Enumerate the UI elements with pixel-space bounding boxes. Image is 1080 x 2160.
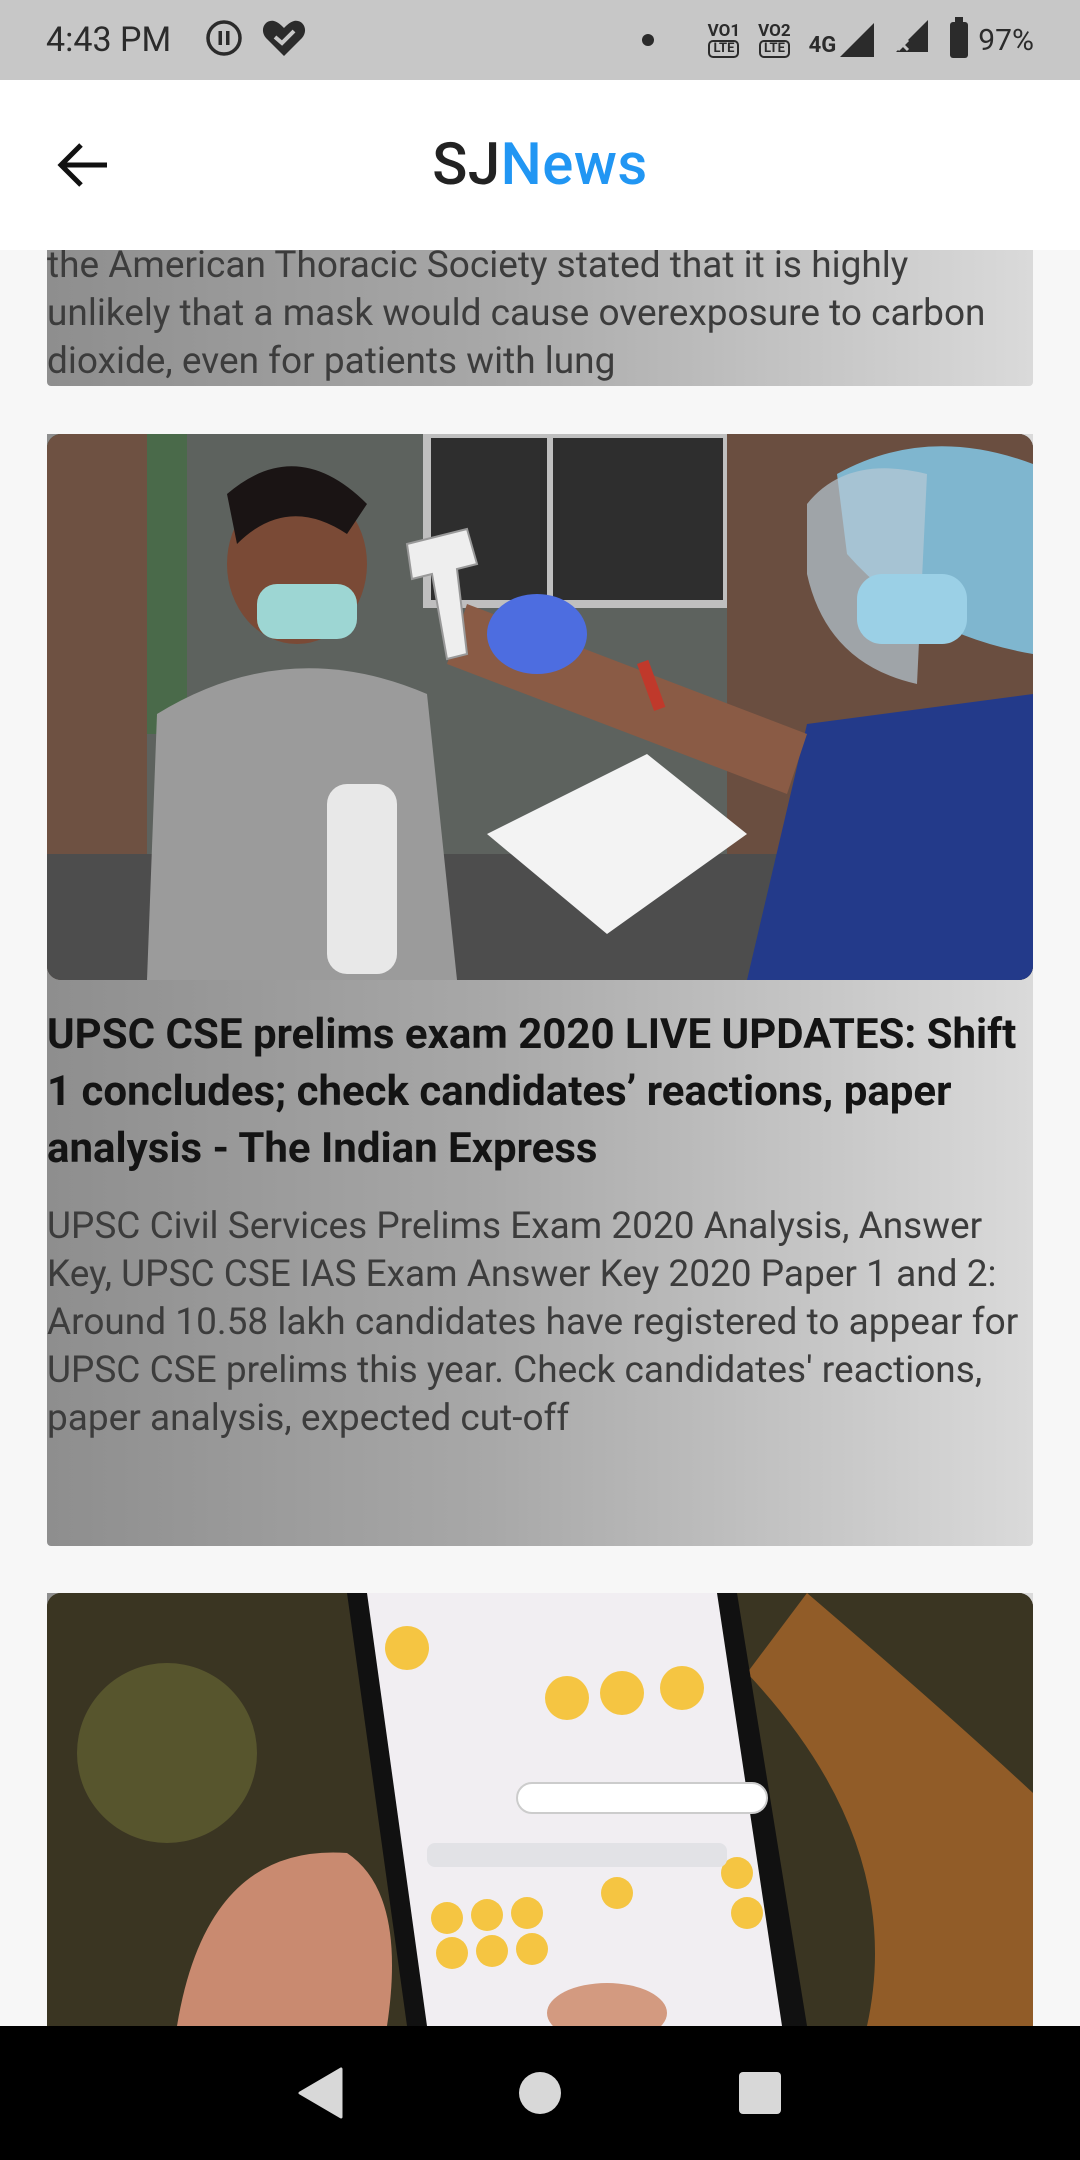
app-bar: SJNews	[0, 80, 1080, 250]
system-nav-bar	[0, 2026, 1080, 2160]
battery-icon	[950, 17, 969, 58]
home-circle-icon	[519, 2072, 561, 2114]
status-system-icons: VO1 LTE VO2 LTE 4G 97%	[641, 17, 1034, 62]
lte-label-2: LTE	[758, 40, 790, 58]
news-card-next[interactable]	[47, 1593, 1033, 2026]
temperature-check-photo	[47, 434, 1033, 980]
phone-emoji-photo	[47, 1593, 1033, 2026]
article-title[interactable]: UPSC CSE prelims exam 2020 LIVE UPDATES:…	[47, 1006, 1033, 1177]
article-image[interactable]	[47, 434, 1033, 980]
volte-1-icon: VO1 LTE	[707, 21, 741, 58]
volte-1-label: VO	[707, 21, 731, 41]
pause-circle-icon	[205, 19, 243, 61]
article-image[interactable]	[47, 1593, 1033, 2026]
heart-check-icon	[261, 18, 307, 62]
app-title-sj: SJ	[432, 131, 501, 199]
status-bar: 4:43 PM VO1 LTE VO2 LTE 4G 97%	[0, 0, 1080, 80]
article-image-content	[47, 1593, 1033, 2026]
volte-2-sim: 2	[780, 21, 791, 41]
nav-home-button[interactable]	[510, 2063, 570, 2123]
arrow-left-icon	[57, 143, 107, 187]
status-time: 4:43 PM	[46, 20, 172, 60]
volte-2-icon: VO2 LTE	[758, 22, 791, 58]
nav-recents-button[interactable]	[730, 2063, 790, 2123]
app-title: SJNews	[432, 131, 647, 199]
news-feed[interactable]: the American Thoracic Society stated tha…	[0, 250, 1080, 2026]
back-button[interactable]	[50, 132, 116, 198]
back-triangle-icon	[298, 2067, 343, 2119]
battery-percent: 97%	[978, 22, 1034, 58]
lte-label-1: LTE	[708, 40, 740, 58]
notification-dot-icon	[641, 34, 654, 46]
volte-2-label: VO	[758, 21, 781, 41]
article-image-content	[47, 434, 1033, 980]
article-description: the American Thoracic Society stated tha…	[47, 250, 986, 383]
network-type-label: 4G	[808, 33, 837, 58]
signal-4g-icon: 4G	[809, 23, 875, 57]
recents-square-icon	[739, 2072, 781, 2114]
app-title-news: News	[500, 131, 648, 199]
news-card[interactable]: UPSC CSE prelims exam 2020 LIVE UPDATES:…	[47, 434, 1033, 1546]
status-notification-icons	[205, 18, 307, 62]
battery-indicator: 97%	[950, 17, 1034, 58]
volte-1-sim: 1	[730, 21, 741, 41]
signal-no-service-icon	[892, 18, 932, 62]
news-card-previous[interactable]: the American Thoracic Society stated tha…	[47, 250, 1033, 386]
nav-back-button[interactable]	[290, 2063, 350, 2123]
article-description: UPSC Civil Services Prelims Exam 2020 An…	[47, 1205, 1019, 1440]
